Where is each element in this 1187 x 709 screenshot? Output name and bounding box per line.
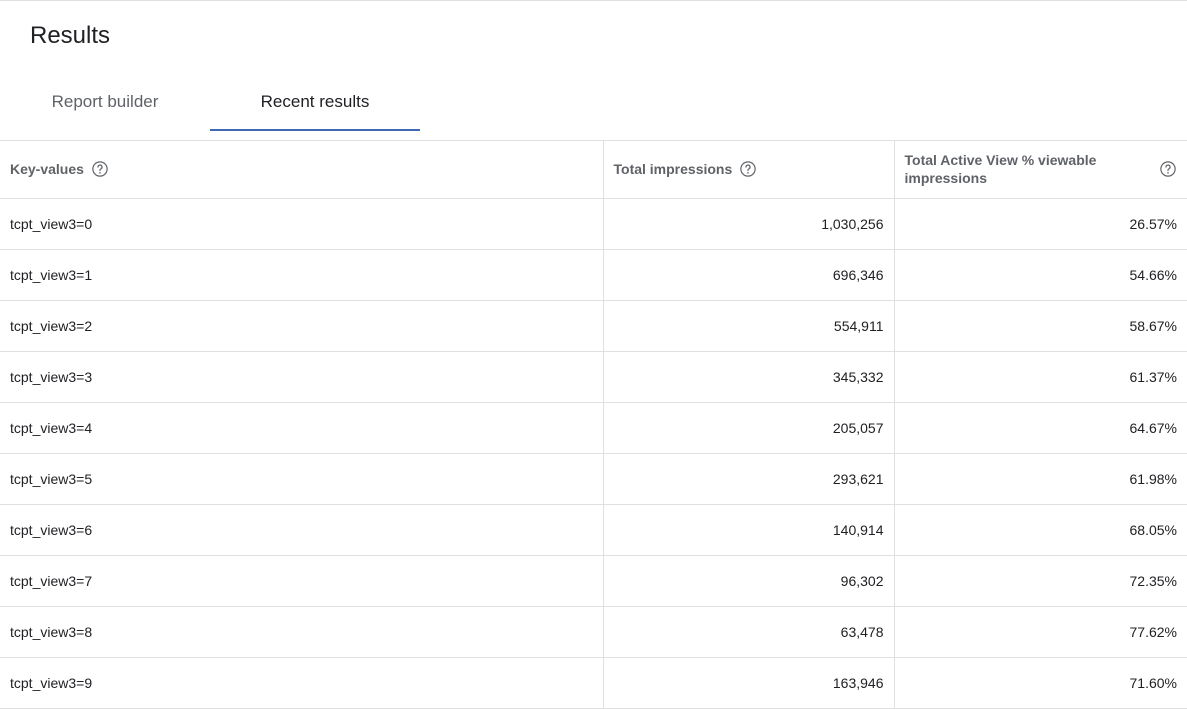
column-header-label: Total impressions bbox=[613, 161, 733, 178]
column-header-label: Total Active View % viewable impressions bbox=[904, 152, 1097, 187]
cell-key-value: tcpt_view3=9 bbox=[0, 657, 604, 709]
page-title: Results bbox=[30, 22, 111, 49]
table-row: tcpt_view3=4 205,057 64.67% bbox=[0, 402, 1187, 454]
cell-viewable-percent: 61.98% bbox=[894, 453, 1187, 505]
cell-key-value: tcpt_view3=8 bbox=[0, 606, 604, 658]
cell-total-impressions: 293,621 bbox=[603, 453, 895, 505]
table-header-row: Key-values Total impressions Total Activ… bbox=[0, 141, 1187, 199]
cell-total-impressions: 554,911 bbox=[603, 300, 895, 352]
column-header-label: Key-values bbox=[10, 161, 84, 178]
cell-key-value: tcpt_view3=7 bbox=[0, 555, 604, 607]
cell-viewable-percent: 72.35% bbox=[894, 555, 1187, 607]
table-row: tcpt_view3=7 96,302 72.35% bbox=[0, 555, 1187, 607]
help-circle-icon[interactable] bbox=[1159, 160, 1177, 178]
cell-total-impressions: 140,914 bbox=[603, 504, 895, 556]
cell-viewable-percent: 54.66% bbox=[894, 249, 1187, 301]
cell-viewable-percent: 26.57% bbox=[894, 198, 1187, 250]
table-row: tcpt_view3=5 293,621 61.98% bbox=[0, 453, 1187, 505]
cell-key-value: tcpt_view3=4 bbox=[0, 402, 604, 454]
cell-key-value: tcpt_view3=5 bbox=[0, 453, 604, 505]
cell-total-impressions: 163,946 bbox=[603, 657, 895, 709]
cell-viewable-percent: 71.60% bbox=[894, 657, 1187, 709]
column-header-key-values[interactable]: Key-values bbox=[0, 141, 604, 199]
cell-key-value: tcpt_view3=2 bbox=[0, 300, 604, 352]
cell-viewable-percent: 64.67% bbox=[894, 402, 1187, 454]
cell-key-value: tcpt_view3=1 bbox=[0, 249, 604, 301]
cell-total-impressions: 696,346 bbox=[603, 249, 895, 301]
cell-viewable-percent: 61.37% bbox=[894, 351, 1187, 403]
cell-total-impressions: 345,332 bbox=[603, 351, 895, 403]
cell-key-value: tcpt_view3=6 bbox=[0, 504, 604, 556]
table-row: tcpt_view3=2 554,911 58.67% bbox=[0, 300, 1187, 352]
active-tab-indicator bbox=[210, 129, 420, 131]
column-header-active-view-viewable[interactable]: Total Active View % viewable impressions bbox=[894, 141, 1187, 199]
table-row: tcpt_view3=9 163,946 71.60% bbox=[0, 657, 1187, 709]
cell-viewable-percent: 58.67% bbox=[894, 300, 1187, 352]
cell-total-impressions: 63,478 bbox=[603, 606, 895, 658]
cell-viewable-percent: 68.05% bbox=[894, 504, 1187, 556]
table-row: tcpt_view3=6 140,914 68.05% bbox=[0, 504, 1187, 556]
results-table: Key-values Total impressions Total Activ… bbox=[0, 141, 1187, 709]
table-row: tcpt_view3=1 696,346 54.66% bbox=[0, 249, 1187, 301]
cell-key-value: tcpt_view3=3 bbox=[0, 351, 604, 403]
cell-total-impressions: 96,302 bbox=[603, 555, 895, 607]
column-header-total-impressions[interactable]: Total impressions bbox=[603, 141, 895, 199]
table-row: tcpt_view3=0 1,030,256 26.57% bbox=[0, 198, 1187, 250]
cell-total-impressions: 205,057 bbox=[603, 402, 895, 454]
tab-report-builder[interactable]: Report builder bbox=[0, 72, 210, 131]
table-row: tcpt_view3=8 63,478 77.62% bbox=[0, 606, 1187, 658]
table-row: tcpt_view3=3 345,332 61.37% bbox=[0, 351, 1187, 403]
cell-total-impressions: 1,030,256 bbox=[603, 198, 895, 250]
top-border bbox=[0, 0, 1187, 1]
cell-key-value: tcpt_view3=0 bbox=[0, 198, 604, 250]
help-circle-icon[interactable] bbox=[91, 160, 109, 178]
help-circle-icon[interactable] bbox=[739, 160, 757, 178]
tab-bar: Report builder Recent results bbox=[0, 72, 1187, 140]
cell-viewable-percent: 77.62% bbox=[894, 606, 1187, 658]
tab-recent-results[interactable]: Recent results bbox=[210, 72, 420, 131]
